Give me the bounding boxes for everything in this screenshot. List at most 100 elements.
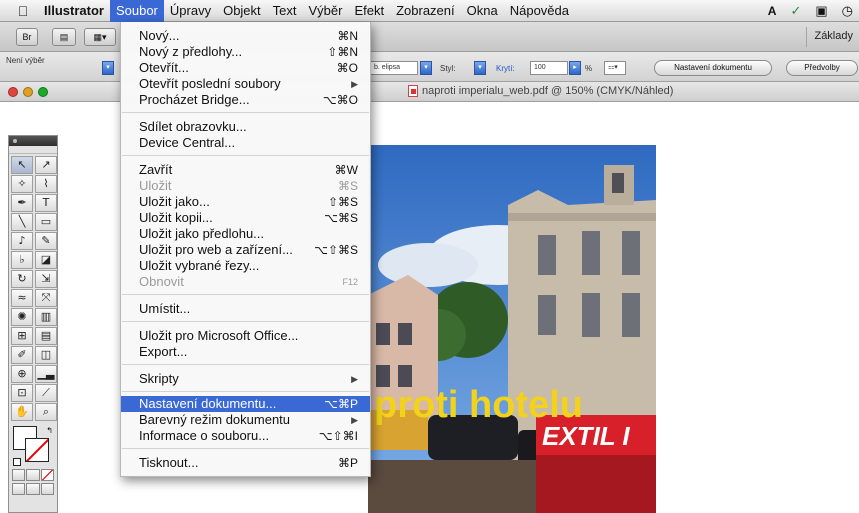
menu-item-label: Uložit jako předlohu...	[139, 226, 265, 241]
preferences-button[interactable]: Předvolby	[786, 60, 858, 76]
direct-selection-tool-icon[interactable]: ↗	[35, 156, 57, 174]
opacity-input[interactable]: 100	[530, 61, 568, 75]
menu-vyber[interactable]: Výběr	[303, 0, 349, 22]
column-graph-tool-icon[interactable]: ▥	[35, 308, 57, 326]
tools-panel-header[interactable]	[9, 136, 57, 146]
menu-text[interactable]: Text	[267, 0, 303, 22]
blend-tool-icon[interactable]: ◫	[35, 346, 57, 364]
brush-select[interactable]: b. elipsa	[370, 61, 418, 75]
workspace-switcher[interactable]: Základy	[814, 30, 853, 42]
swirl-icon[interactable]: ✓	[790, 3, 801, 19]
arrange-docs-icon[interactable]: ▤	[52, 28, 76, 46]
menu-item-scripts[interactable]: Skripty ▶	[121, 371, 370, 387]
mesh-tool-icon[interactable]: ⊞	[11, 327, 33, 345]
menu-item-save-for-office[interactable]: Uložit pro Microsoft Office...	[121, 328, 370, 344]
document-setup-button[interactable]: Nastavení dokumentu	[654, 60, 772, 76]
color-mode-icon[interactable]	[12, 469, 26, 481]
graph-tool-icon[interactable]: ▁▃	[35, 365, 57, 383]
menu-item-browse-bridge[interactable]: Procházet Bridge... ⌥⌘O	[121, 92, 370, 108]
rotate-tool-icon[interactable]: ↻	[11, 270, 33, 288]
artboard-tool-icon[interactable]: ⊡	[11, 384, 33, 402]
opacity-percent: %	[585, 64, 593, 73]
none-mode-icon[interactable]	[40, 469, 54, 481]
zoom-window-icon[interactable]	[38, 87, 48, 97]
pencil-tool-icon[interactable]: ✎	[35, 232, 57, 250]
menu-app-name[interactable]: Illustrator	[38, 0, 110, 22]
hand-tool-icon[interactable]: ✋	[11, 403, 33, 421]
menu-item-place[interactable]: Umístit...	[121, 301, 370, 317]
menu-item-new-from-template[interactable]: Nový z předlohy... ⇧⌘N	[121, 44, 370, 60]
align-widget-icon[interactable]: ⚏▾	[604, 61, 626, 75]
menu-soubor[interactable]: Soubor	[109, 0, 164, 22]
gradient-mode-icon[interactable]	[26, 469, 40, 481]
menu-item-print[interactable]: Tisknout... ⌘P	[121, 455, 370, 471]
eyedropper-tool-icon[interactable]: ✐	[11, 346, 33, 364]
style-dropdown-icon[interactable]: ▾	[474, 61, 486, 75]
zoom-tool-icon[interactable]: ⌕	[35, 403, 57, 421]
stroke-swatch[interactable]	[25, 438, 49, 462]
tools-panel-grip[interactable]	[9, 146, 57, 154]
menu-item-share-screen[interactable]: Sdílet obrazovku...	[121, 119, 370, 135]
menu-item-open[interactable]: Otevřít... ⌘O	[121, 60, 370, 76]
type-tool-icon[interactable]: T	[35, 194, 57, 212]
selection-tool-icon[interactable]: ↖	[11, 156, 33, 174]
draw-inside-icon[interactable]	[40, 483, 54, 495]
menu-item-open-recent[interactable]: Otevřít poslední soubory ▶	[121, 76, 370, 92]
paintbrush-tool-icon[interactable]: ♪	[11, 232, 33, 250]
menu-item-file-info[interactable]: Informace o souboru... ⌥⇧⌘I	[121, 428, 370, 444]
bridge-icon[interactable]: Br	[16, 28, 38, 46]
brush-dropdown-icon[interactable]: ▾	[420, 61, 432, 75]
menu-item-document-color-mode[interactable]: Barevný režim dokumentu ▶	[121, 412, 370, 428]
selection-status: Není výběr	[6, 56, 45, 65]
document-title: naproti imperialu_web.pdf @ 150% (CMYK/N…	[408, 85, 673, 97]
rectangle-tool-icon[interactable]: ▭	[35, 213, 57, 231]
menu-item-close[interactable]: Zavřít ⌘W	[121, 162, 370, 178]
line-tool-icon[interactable]: ╲	[11, 213, 33, 231]
fill-dropdown-icon[interactable]: ▾	[102, 61, 114, 75]
menu-item-save-copy[interactable]: Uložit kopii... ⌥⌘S	[121, 210, 370, 226]
live-paint-tool-icon[interactable]: ⊕	[11, 365, 33, 383]
free-transform-tool-icon[interactable]: ⤧	[35, 289, 57, 307]
gradient-tool-icon[interactable]: ▤	[35, 327, 57, 345]
menu-item-device-central[interactable]: Device Central...	[121, 135, 370, 151]
apple-icon[interactable]: 	[8, 3, 38, 19]
menu-item-document-setup[interactable]: Nastavení dokumentu... ⌥⌘P	[121, 396, 370, 412]
menu-item-shortcut: ⌘N	[337, 29, 358, 43]
opacity-label[interactable]: Krytí:	[496, 64, 515, 73]
lasso-tool-icon[interactable]: ⌇	[35, 175, 57, 193]
menu-item-new[interactable]: Nový... ⌘N	[121, 28, 370, 44]
default-fill-stroke-icon[interactable]	[13, 458, 21, 466]
menu-item-save-selected-slices[interactable]: Uložit vybrané řezy...	[121, 258, 370, 274]
menu-okna[interactable]: Okna	[461, 0, 504, 22]
slice-tool-icon[interactable]: ⟋	[35, 384, 57, 402]
blob-brush-tool-icon[interactable]: ♭	[11, 251, 33, 269]
adobe-ai-icon[interactable]: A	[768, 4, 777, 18]
time-machine-icon[interactable]: ◷	[842, 3, 853, 19]
menu-item-save-for-web[interactable]: Uložit pro web a zařízení... ⌥⇧⌘S	[121, 242, 370, 258]
menu-item-save-as[interactable]: Uložit jako... ⇧⌘S	[121, 194, 370, 210]
opacity-dropdown-icon[interactable]: ▸	[569, 61, 581, 75]
pen-tool-icon[interactable]: ✒	[11, 194, 33, 212]
menu-item-export[interactable]: Export...	[121, 344, 370, 360]
close-window-icon[interactable]	[8, 87, 18, 97]
symbol-sprayer-tool-icon[interactable]: ✺	[11, 308, 33, 326]
magic-wand-tool-icon[interactable]: ✧	[11, 175, 33, 193]
screen-mode-icon[interactable]: ▦▾	[84, 28, 116, 46]
menu-objekt[interactable]: Objekt	[217, 0, 267, 22]
artwork-image[interactable]: EXTIL I proti hotelu	[368, 145, 656, 513]
eraser-tool-icon[interactable]: ◪	[35, 251, 57, 269]
menu-napoveda[interactable]: Nápověda	[504, 0, 575, 22]
scale-tool-icon[interactable]: ⇲	[35, 270, 57, 288]
display-icon[interactable]: ▣	[815, 3, 827, 19]
minimize-window-icon[interactable]	[23, 87, 33, 97]
menu-efekt[interactable]: Efekt	[348, 0, 390, 22]
swap-fill-stroke-icon[interactable]: ↰	[46, 426, 53, 435]
draw-normal-icon[interactable]	[12, 483, 26, 495]
menu-upravy[interactable]: Úpravy	[164, 0, 217, 22]
draw-behind-icon[interactable]	[26, 483, 40, 495]
window-controls	[8, 87, 48, 97]
menu-zobrazeni[interactable]: Zobrazení	[390, 0, 461, 22]
fill-stroke-swatches[interactable]: ↰	[13, 426, 53, 466]
menu-item-save-as-template[interactable]: Uložit jako předlohu...	[121, 226, 370, 242]
warp-tool-icon[interactable]: ≈	[11, 289, 33, 307]
